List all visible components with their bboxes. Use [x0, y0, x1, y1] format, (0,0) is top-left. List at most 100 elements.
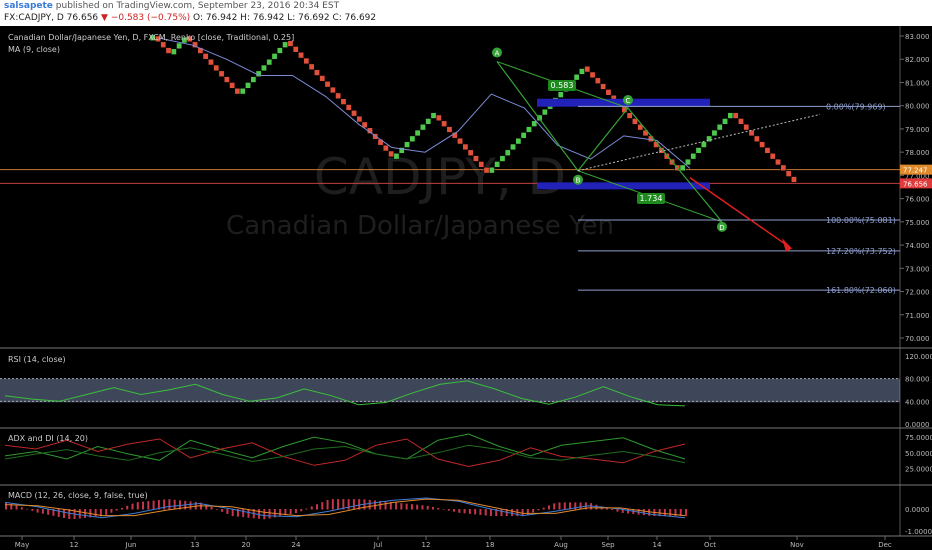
macd-histogram-bar — [126, 505, 129, 510]
renko-down-brick — [229, 82, 236, 89]
renko-up-brick — [526, 126, 532, 133]
renko-down-brick — [223, 76, 230, 83]
macd-histogram-bar — [532, 509, 535, 513]
price-tick-label: 83.000 — [905, 33, 930, 41]
rsi-axis-label: 40.000 — [905, 398, 930, 406]
renko-down-brick — [340, 98, 347, 105]
macd-histogram-bar — [279, 509, 282, 517]
price-change: ▼ −0.583 (−0.75%) — [101, 13, 191, 23]
macd-histogram-bar — [468, 509, 471, 514]
macd-histogram-bar — [558, 502, 561, 510]
price-tick-label: 79.000 — [905, 126, 930, 134]
renko-up-brick — [520, 132, 527, 139]
renko-down-brick — [467, 149, 474, 156]
macd-histogram-bar — [410, 504, 413, 510]
price-tick-label: 73.000 — [905, 265, 930, 273]
time-tick-label: 14 — [653, 541, 662, 549]
renko-up-brick — [541, 108, 548, 116]
macd-histogram-bar — [337, 499, 340, 510]
renko-down-brick — [324, 81, 331, 88]
renko-down-brick — [165, 47, 172, 54]
renko-up-brick — [510, 143, 516, 151]
renko-down-brick — [202, 53, 209, 60]
author-link[interactable]: salsapete — [4, 1, 53, 11]
ohlc-values: O: 76.942 H: 76.942 L: 76.692 C: 76.692 — [193, 13, 377, 23]
renko-down-brick — [462, 143, 469, 151]
macd-histogram-bar — [484, 509, 487, 516]
renko-up-brick — [488, 167, 495, 174]
renko-down-brick — [441, 120, 448, 127]
macd-histogram-bar — [663, 509, 666, 517]
renko-up-brick — [239, 88, 246, 95]
support-zone — [537, 182, 710, 190]
time-tick-label: 20 — [242, 541, 251, 549]
renko-down-brick — [478, 161, 485, 168]
fib-level-label: 127.20%(73.752) — [826, 247, 896, 256]
macd-histogram-bar — [57, 509, 60, 517]
renko-up-brick — [404, 141, 410, 148]
macd-histogram-bar — [20, 507, 23, 510]
renko-down-brick — [457, 137, 463, 145]
macd-histogram-bar — [405, 503, 408, 510]
macd-histogram-bar — [152, 500, 155, 510]
macd-histogram-bar — [453, 509, 456, 512]
renko-down-brick — [319, 75, 326, 82]
renko-up-brick — [573, 74, 580, 81]
renko-up-brick — [176, 42, 183, 50]
price-tick-label: 75.000 — [905, 219, 930, 227]
symbol-label: FX:CADJPY, D — [4, 13, 64, 23]
macd-histogram-bar — [511, 509, 514, 517]
fib-level-label: 100.00%(75.081) — [826, 216, 896, 225]
macd-axis-label: 0.0000 — [905, 506, 930, 514]
renko-down-brick — [388, 150, 395, 158]
macd-histogram-bar — [437, 508, 440, 510]
renko-down-brick — [775, 158, 781, 166]
macd-histogram-bar — [115, 509, 118, 511]
fib-level-label: 161.80%(72.060) — [826, 286, 896, 295]
renko-down-brick — [764, 147, 771, 154]
renko-down-brick — [356, 115, 363, 123]
adx-axis-label: 75.0000 — [905, 434, 932, 442]
macd-histogram-bar — [168, 499, 171, 510]
time-tick-label: Aug — [554, 541, 568, 549]
renko-up-brick — [425, 118, 432, 125]
macd-histogram-bar — [189, 501, 192, 510]
macd-axis-label: -1.0000 — [905, 528, 932, 536]
renko-down-brick — [732, 112, 739, 119]
macd-histogram-bar — [84, 509, 87, 518]
macd-histogram-bar — [627, 509, 630, 514]
renko-up-brick — [250, 76, 257, 83]
macd-histogram-bar — [400, 503, 403, 510]
macd-histogram-bar — [305, 508, 308, 510]
renko-up-brick — [722, 118, 728, 125]
macd-histogram-bar — [62, 509, 65, 519]
renko-down-brick — [473, 155, 479, 162]
macd-histogram-bar — [268, 509, 271, 519]
rsi-axis-label: 0.0000 — [905, 421, 930, 429]
renko-down-brick — [298, 52, 304, 59]
time-tick-label: Dec — [878, 541, 892, 549]
macd-histogram-bar — [563, 502, 566, 510]
macd-histogram-bar — [142, 501, 145, 510]
time-tick-label: 18 — [486, 541, 495, 549]
macd-histogram-bar — [352, 499, 355, 510]
ratio-ac-label: 0.583 — [551, 81, 574, 90]
macd-histogram-bar — [105, 509, 108, 515]
renko-up-brick — [685, 158, 691, 166]
renko-up-brick — [494, 161, 501, 168]
renko-up-brick — [695, 147, 702, 154]
macd-histogram-bar — [258, 509, 261, 519]
renko-up-brick — [727, 112, 734, 119]
macd-histogram-bar — [537, 509, 540, 511]
macd-histogram-bar — [110, 509, 113, 513]
adx-axis-label: 25.0000 — [905, 465, 932, 473]
macd-histogram-bar — [210, 507, 213, 510]
time-tick-label: Jul — [373, 541, 383, 549]
publish-header: salsapete published on TradingView.com, … — [0, 0, 932, 26]
macd-histogram-bar — [685, 509, 687, 517]
macd-histogram-bar — [294, 509, 297, 514]
chart-canvas[interactable]: CADJPY, D Canadian Dollar/Japanese Yen 8… — [0, 26, 932, 550]
renko-down-brick — [218, 70, 225, 77]
renko-down-brick — [303, 57, 310, 65]
time-tick-label: Sep — [601, 541, 615, 549]
